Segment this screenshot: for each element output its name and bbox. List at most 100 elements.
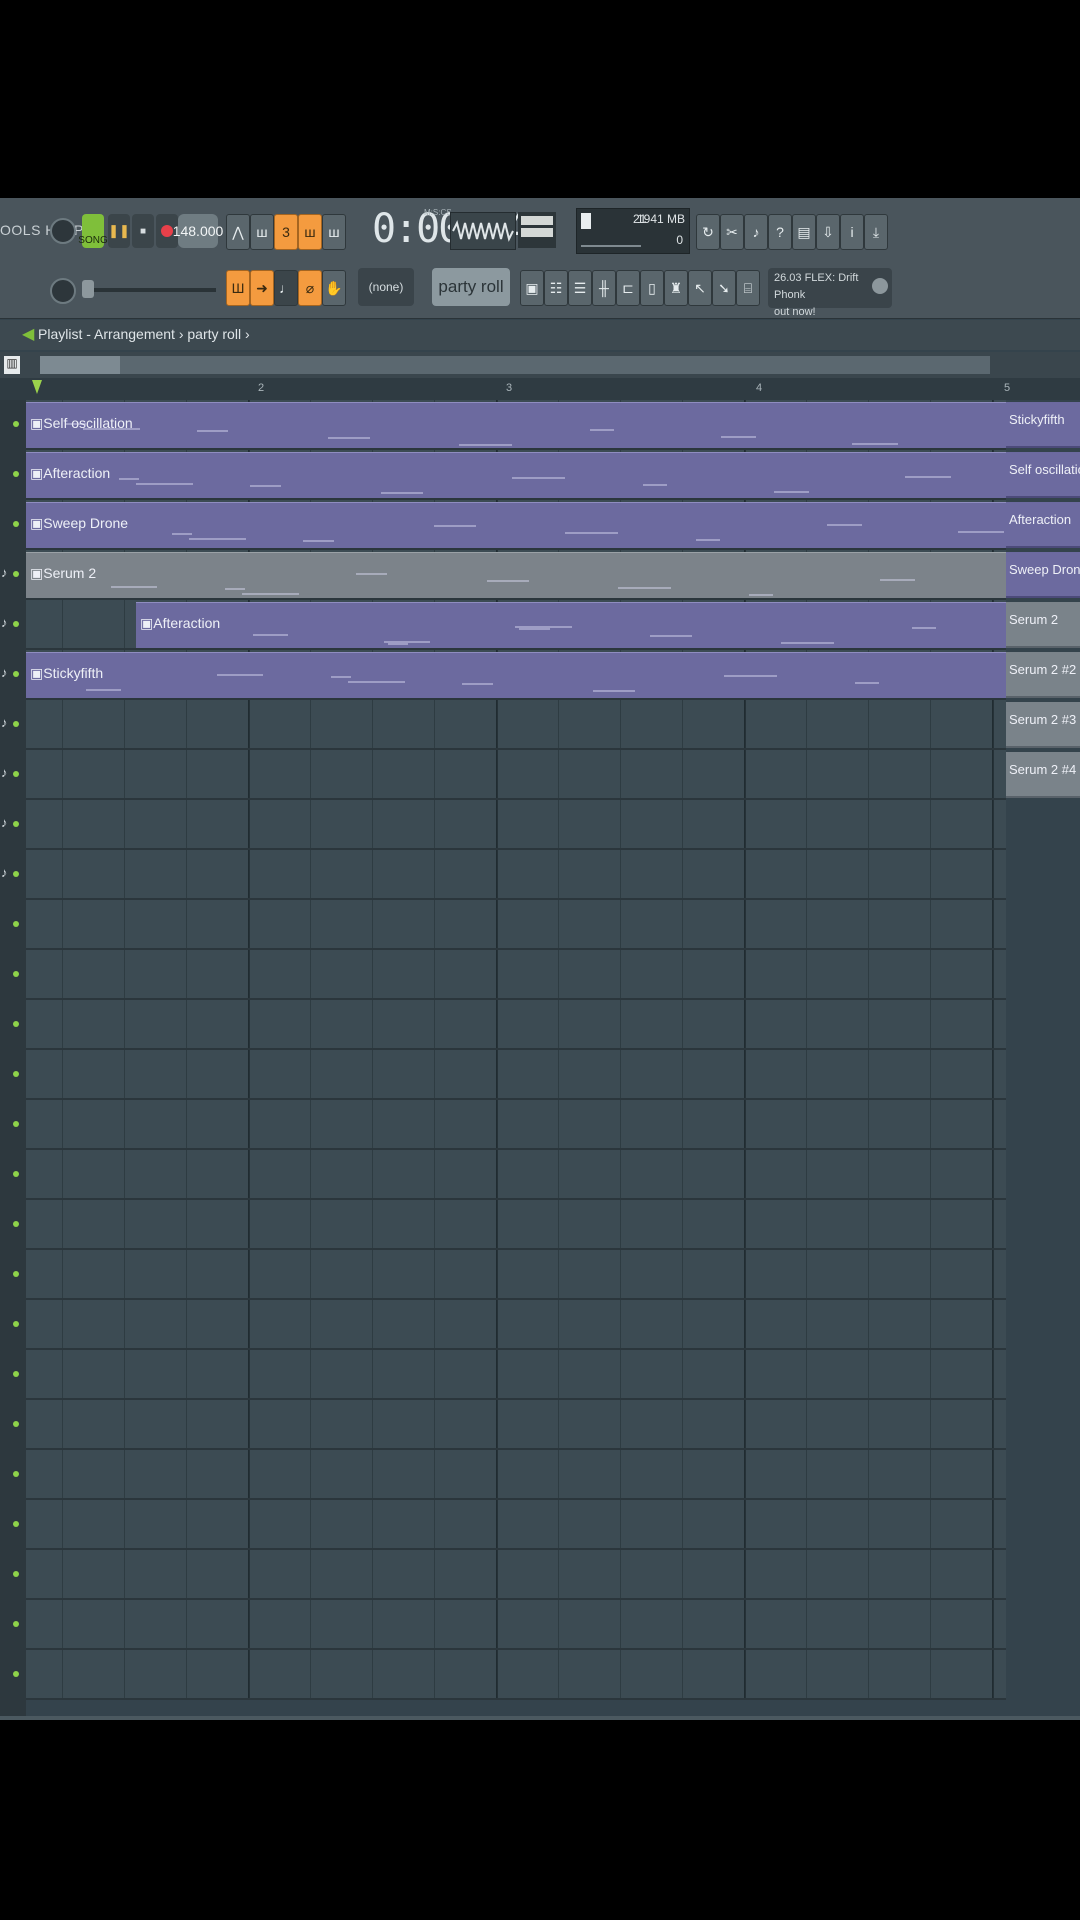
track-lane[interactable] [26, 1350, 1006, 1400]
undo-icon[interactable]: ↻ [696, 214, 720, 250]
track-lane[interactable] [26, 700, 1006, 750]
help-icon[interactable]: ? [768, 214, 792, 250]
track-lane[interactable] [26, 1000, 1006, 1050]
picker-item[interactable]: Serum 2 [1006, 602, 1080, 648]
cart-icon[interactable]: ⌸ [736, 270, 760, 306]
track-lane[interactable] [26, 850, 1006, 900]
picker-item[interactable]: Self oscillation [1006, 452, 1080, 498]
track-enable-icon[interactable] [13, 721, 19, 727]
track-enable-icon[interactable] [13, 1321, 19, 1327]
cut-icon[interactable]: ✂ [720, 214, 744, 250]
track-enable-icon[interactable] [13, 421, 19, 427]
plugin-icon[interactable]: ▯ [640, 270, 664, 306]
slider-handle[interactable] [82, 280, 94, 298]
blend-icon[interactable]: 3 [274, 214, 298, 250]
pattern-clip[interactable]: ▣Sweep Drone [26, 502, 1006, 548]
microphone-icon[interactable]: ♪ [744, 214, 768, 250]
track-enable-icon[interactable] [13, 1671, 19, 1677]
playhead-marker[interactable] [32, 380, 42, 394]
track-enable-icon[interactable] [13, 521, 19, 527]
track-enable-icon[interactable] [13, 621, 19, 627]
news-icon[interactable] [872, 278, 888, 294]
paint-icon[interactable]: ♩ [274, 270, 298, 306]
timeline-ruler[interactable]: 2 3 4 5 [0, 378, 1080, 400]
pattern-name-display[interactable]: party roll [432, 268, 510, 306]
master-volume-knob[interactable] [50, 218, 76, 244]
track-lane[interactable] [26, 1300, 1006, 1350]
song-mode-button[interactable]: SONG [78, 214, 108, 248]
touch-icon[interactable]: ↖ [688, 270, 712, 306]
track-enable-icon[interactable] [13, 1021, 19, 1027]
track-lane[interactable] [26, 1150, 1006, 1200]
track-lane[interactable] [26, 750, 1006, 800]
track-enable-icon[interactable] [13, 1221, 19, 1227]
master-pitch-slider[interactable] [86, 288, 216, 292]
pattern-clip[interactable]: ▣Serum 2 [26, 552, 1006, 598]
pitch-knob[interactable] [50, 278, 76, 304]
pattern-clip[interactable]: ▣Afteraction [26, 452, 1006, 498]
track-enable-icon[interactable] [13, 671, 19, 677]
track-lane[interactable] [26, 1200, 1006, 1250]
snap-icon[interactable]: ⌀ [298, 270, 322, 306]
picker-item[interactable]: Afteraction [1006, 502, 1080, 548]
pattern-clip[interactable]: ▣Self oscillation [26, 402, 1006, 448]
track-enable-icon[interactable] [13, 921, 19, 927]
playlist-arrow-icon[interactable]: ◀ [22, 324, 34, 344]
track-enable-icon[interactable] [13, 1121, 19, 1127]
track-lane[interactable] [26, 950, 1006, 1000]
picker-item[interactable]: Serum 2 #3 [1006, 702, 1080, 748]
track-enable-icon[interactable] [13, 1271, 19, 1277]
plugin-picker-icon[interactable]: ♜ [664, 270, 688, 306]
save-icon[interactable]: ▤ [792, 214, 816, 250]
playlist-icon[interactable]: ▣ [520, 270, 544, 306]
pattern-selector[interactable]: (none) [358, 268, 414, 306]
track-enable-icon[interactable] [13, 1171, 19, 1177]
track-lane[interactable] [26, 1400, 1006, 1450]
overview-viewport[interactable] [40, 356, 120, 374]
track-lane[interactable] [26, 1500, 1006, 1550]
track-enable-icon[interactable] [13, 1421, 19, 1427]
track-enable-icon[interactable] [13, 821, 19, 827]
play-button[interactable]: ❚❚ [108, 214, 130, 248]
picker-item[interactable]: Serum 2 #2 [1006, 652, 1080, 698]
typing-keyboard-icon[interactable]: ш [322, 214, 346, 250]
mixer-icon[interactable]: ☰ [568, 270, 592, 306]
track-enable-icon[interactable] [13, 471, 19, 477]
step-record-icon[interactable]: ш [298, 214, 322, 250]
playlist-overview[interactable]: ▥ [0, 352, 1080, 378]
track-lane[interactable] [26, 1650, 1006, 1700]
arrow-icon[interactable]: ➜ [250, 270, 274, 306]
piano-icon[interactable]: ▥ [4, 356, 20, 374]
track-lane[interactable] [26, 1600, 1006, 1650]
breadcrumb-text[interactable]: Playlist - Arrangement › party roll › [38, 326, 250, 342]
piano-roll-icon[interactable]: ╫ [592, 270, 616, 306]
wrench-icon[interactable]: ➘ [712, 270, 736, 306]
download-icon[interactable]: ⤓ [864, 214, 888, 250]
track-enable-icon[interactable] [13, 1471, 19, 1477]
track-lane[interactable] [26, 1450, 1006, 1500]
picker-item[interactable]: Stickyfifth [1006, 402, 1080, 448]
track-lane[interactable] [26, 800, 1006, 850]
picker-item[interactable]: Sweep Drone [1006, 552, 1080, 598]
track-enable-icon[interactable] [13, 1571, 19, 1577]
pattern-clip[interactable]: ▣Stickyfifth [26, 652, 1006, 698]
track-enable-icon[interactable] [13, 1371, 19, 1377]
track-enable-icon[interactable] [13, 1621, 19, 1627]
export-icon[interactable]: ⇩ [816, 214, 840, 250]
track-enable-icon[interactable] [13, 1071, 19, 1077]
track-lane[interactable] [26, 900, 1006, 950]
waveform-icon[interactable]: ⋀ [226, 214, 250, 250]
hand-icon[interactable]: ✋ [322, 270, 346, 306]
track-lane[interactable] [26, 1250, 1006, 1300]
track-lane[interactable] [26, 1050, 1006, 1100]
tempo-display[interactable]: 148.000 [173, 214, 223, 248]
metronome-icon[interactable]: ш [250, 214, 274, 250]
track-enable-icon[interactable] [13, 1521, 19, 1527]
track-lane[interactable] [26, 1100, 1006, 1150]
info-icon[interactable]: i [840, 214, 864, 250]
track-enable-icon[interactable] [13, 971, 19, 977]
picker-item[interactable]: Serum 2 #4 [1006, 752, 1080, 798]
track-enable-icon[interactable] [13, 871, 19, 877]
stop-button[interactable]: ■ [132, 214, 154, 248]
track-enable-icon[interactable] [13, 571, 19, 577]
